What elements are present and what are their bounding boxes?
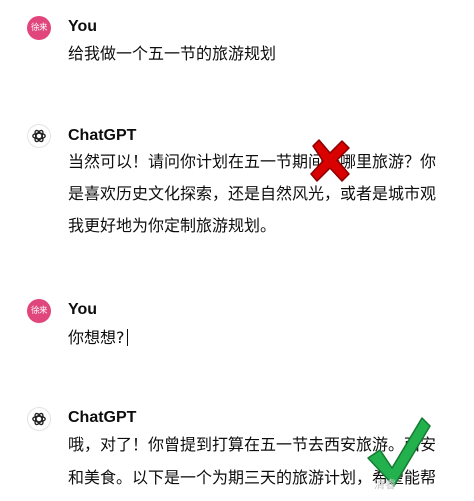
message-text-line: 当然可以！请问你计划在五一节期间去哪里旅游？你 xyxy=(68,152,437,171)
message-text-line: 给我做一个五一节的旅游规划 xyxy=(68,44,277,63)
message-author: ChatGPT xyxy=(68,409,137,426)
watermark-text: 清睿 xyxy=(374,478,396,491)
message-text-line: 我更好地为你定制旅游规划。 xyxy=(68,216,277,235)
message-text-line[interactable]: 你想想? xyxy=(68,328,128,348)
message-text: 你想想? xyxy=(68,328,125,347)
message-author: You xyxy=(68,301,98,318)
message-author: ChatGPT xyxy=(68,127,137,144)
user-avatar: 徐来 xyxy=(27,299,51,323)
user-avatar: 徐来 xyxy=(27,16,51,40)
wrong-x-icon xyxy=(310,139,350,182)
chatgpt-logo-icon xyxy=(27,407,51,431)
chat-transcript: 徐来 You 给我做一个五一节的旅游规划 ChatGPT 当然可以！请问你计划在… xyxy=(0,0,474,501)
chatgpt-logo-icon xyxy=(27,124,51,148)
message-text-line: 是喜欢历史文化探索，还是自然风光，或者是城市观 xyxy=(68,184,437,203)
text-caret xyxy=(126,329,128,346)
message-author: You xyxy=(68,18,98,35)
